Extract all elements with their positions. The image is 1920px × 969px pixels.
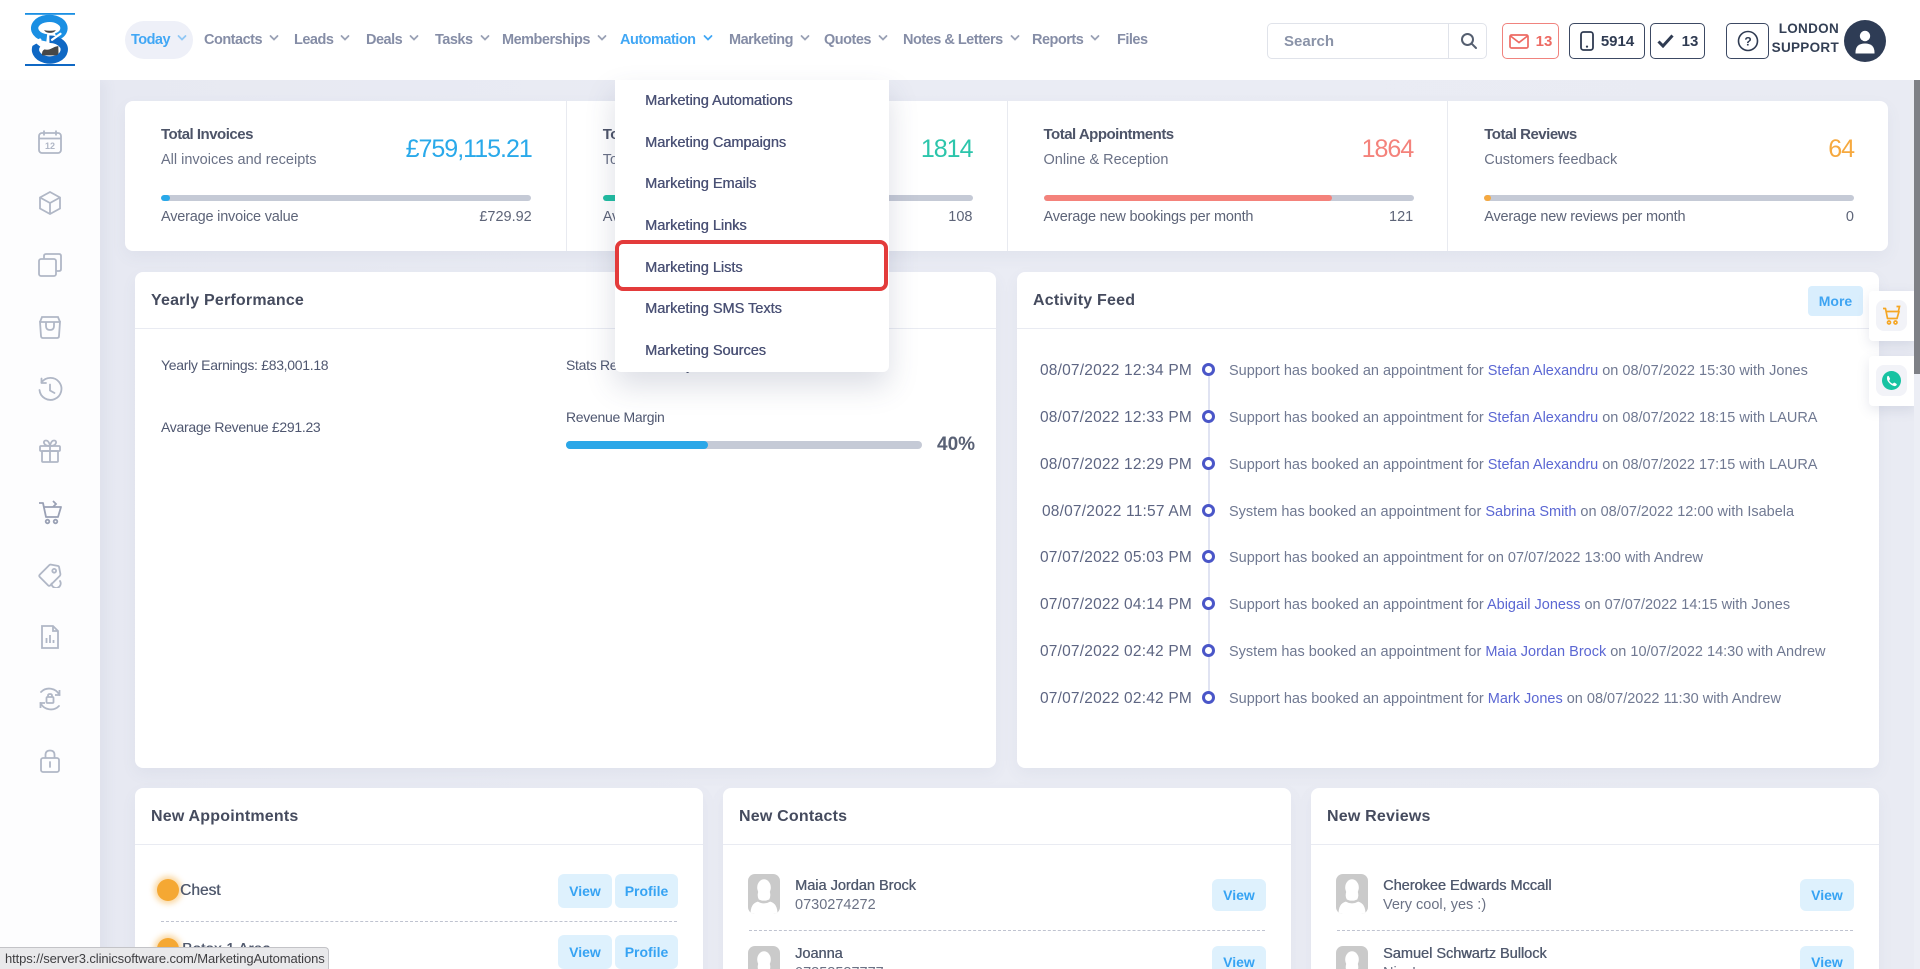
svg-text:12: 12	[45, 141, 55, 151]
